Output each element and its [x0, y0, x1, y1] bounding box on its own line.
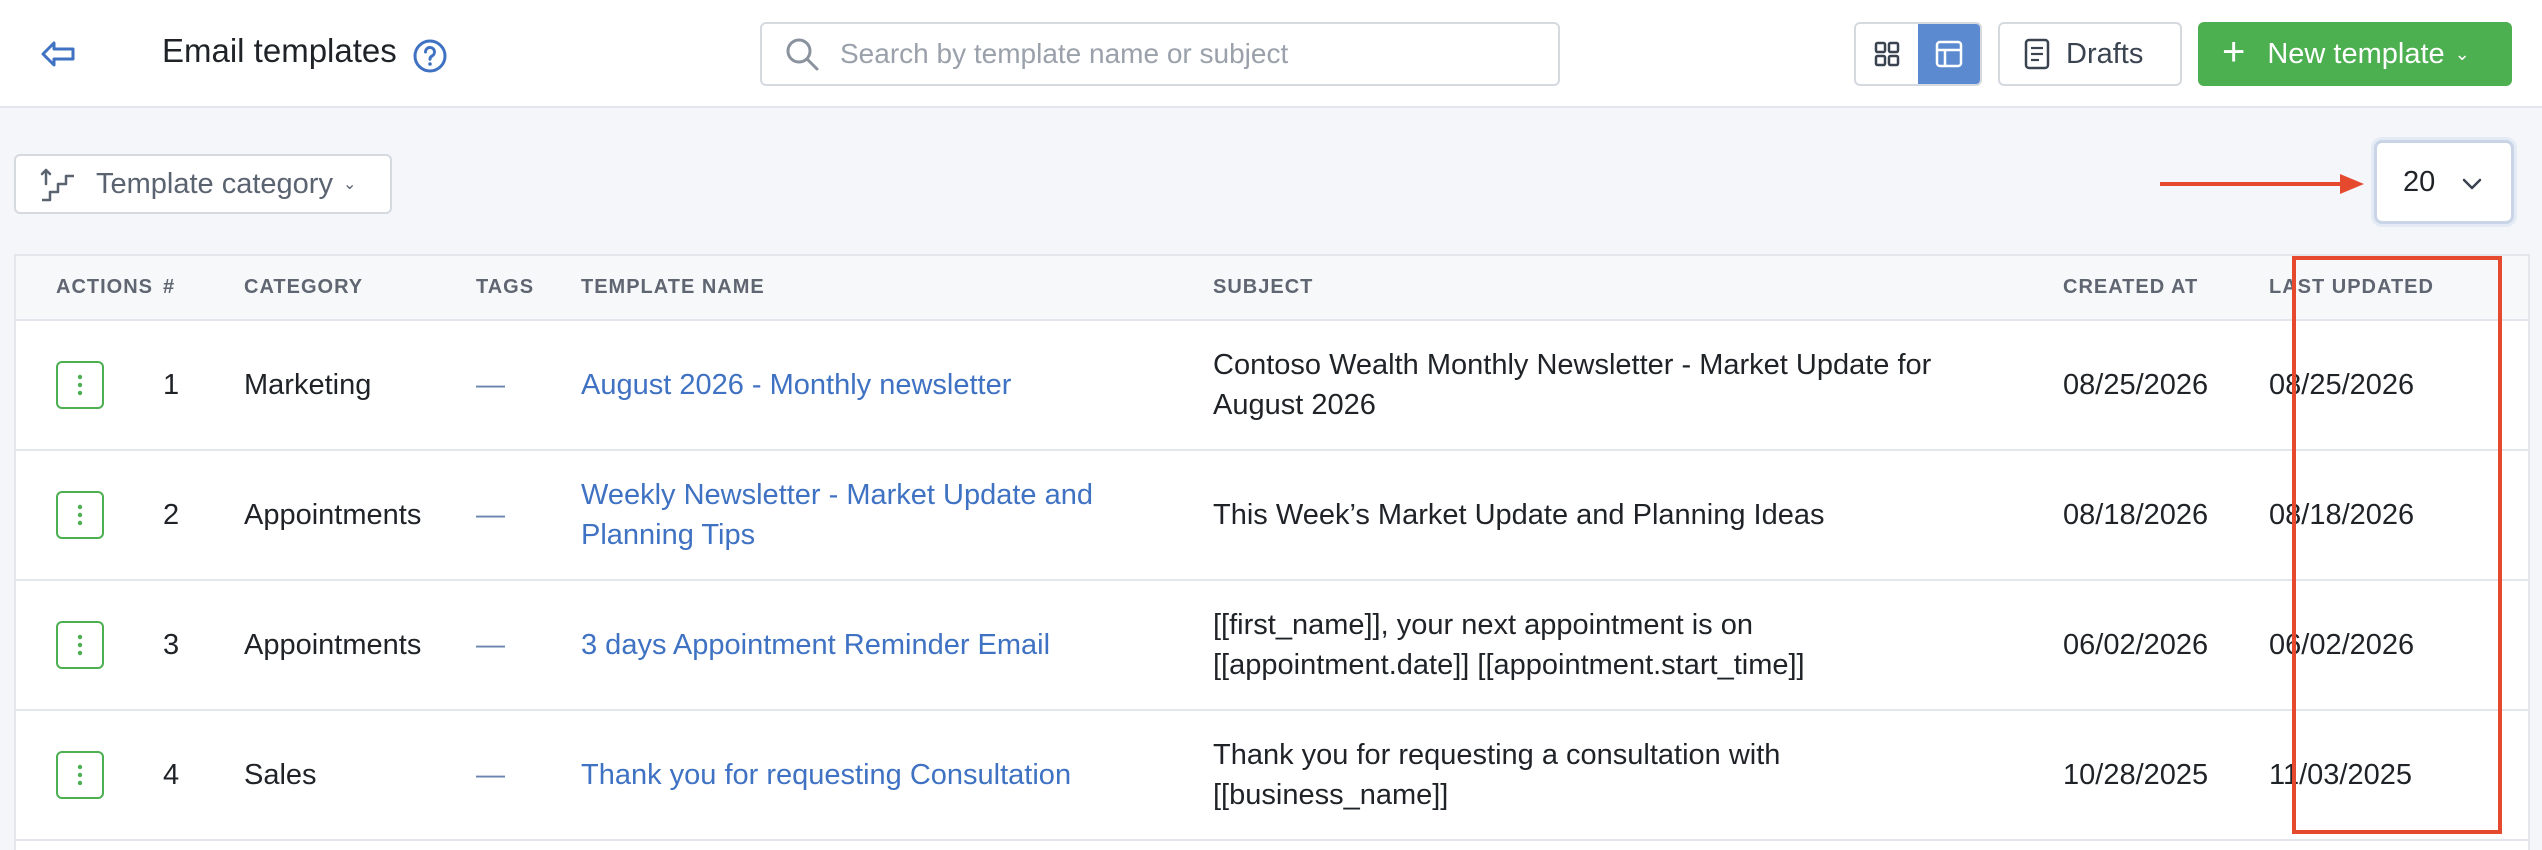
column-header-category[interactable]: CATEGORY [244, 256, 476, 321]
column-header-tags: TAGS [476, 256, 581, 321]
row-actions-button[interactable] [56, 491, 104, 539]
row-last-updated: 11/03/2025 [2269, 710, 2528, 841]
column-header-actions: ACTIONS [16, 256, 163, 321]
row-actions-button[interactable] [56, 361, 104, 409]
row-tags: — [476, 320, 581, 451]
help-icon[interactable] [412, 38, 448, 74]
chevron-down-icon [2462, 178, 2482, 190]
chevron-down-icon: ⌄ [2454, 43, 2470, 64]
table-header-row: ACTIONS # CATEGORY TAGS TEMPLATE NAME SU… [16, 256, 2528, 321]
back-icon [41, 41, 75, 67]
template-category-label: Template category [96, 167, 333, 200]
table-row: 1 Marketing — August 2026 - Monthly news… [16, 320, 2528, 451]
row-actions-button[interactable] [56, 621, 104, 669]
templates-table: ACTIONS # CATEGORY TAGS TEMPLATE NAME SU… [14, 254, 2530, 850]
row-subject: This Week’s Market Update and Planning I… [1213, 450, 2063, 581]
row-last-updated: 08/18/2026 [2269, 450, 2528, 581]
table-view-icon [1935, 40, 1963, 68]
kebab-icon [77, 764, 83, 786]
new-template-label: New template [2267, 37, 2445, 70]
chevron-down-icon: ⌄ [342, 176, 357, 193]
column-header-template-name[interactable]: TEMPLATE NAME [581, 256, 1213, 321]
row-created-at: 08/25/2026 [2063, 320, 2269, 451]
document-icon [2024, 38, 2050, 70]
row-created-at: 06/02/2026 [2063, 580, 2269, 711]
drafts-button[interactable]: Drafts [1998, 22, 2182, 86]
new-template-button[interactable]: + New template ⌄ [2198, 22, 2512, 86]
row-template-name-link[interactable]: Weekly Newsletter - Market Update and Pl… [581, 450, 1213, 581]
template-category-filter[interactable]: Template category ⌄ [14, 154, 392, 214]
kebab-icon [77, 634, 83, 656]
kebab-icon [77, 504, 83, 526]
stairs-icon [40, 168, 74, 202]
row-subject: Contoso Wealth Monthly Newsletter - Mark… [1213, 320, 2063, 451]
row-template-name-link[interactable]: August 2026 - Monthly newsletter [581, 320, 1213, 451]
row-number: 1 [163, 320, 244, 451]
search-box [760, 22, 1560, 86]
annotation-arrow [2160, 174, 2364, 194]
row-created-at: 10/28/2025 [2063, 710, 2269, 841]
row-category: Sales [244, 710, 476, 841]
row-number: 3 [163, 580, 244, 711]
column-header-number: # [163, 256, 244, 321]
search-icon [786, 38, 819, 71]
back-button[interactable] [38, 34, 78, 74]
table-row: 4 Sales — Thank you for requesting Consu… [16, 710, 2528, 841]
row-tags: — [476, 710, 581, 841]
row-number: 2 [163, 450, 244, 581]
table-row: 2 Appointments — Weekly Newsletter - Mar… [16, 450, 2528, 581]
row-category: Marketing [244, 320, 476, 451]
grid-view-button[interactable] [1856, 24, 1918, 84]
top-bar: Email templates Search by template name … [0, 0, 2542, 108]
row-subject: Thank you for requesting a consultation … [1213, 710, 2063, 841]
kebab-icon [77, 374, 83, 396]
column-header-created-at[interactable]: CREATED AT [2063, 256, 2269, 321]
page-size-value: 20 [2403, 165, 2436, 198]
row-subject: [[first_name]], your next appointment is… [1213, 580, 2063, 711]
drafts-label: Drafts [2066, 37, 2144, 70]
row-last-updated: 08/25/2026 [2269, 320, 2528, 451]
row-created-at: 08/18/2026 [2063, 450, 2269, 581]
row-template-name-link[interactable]: Thank you for requesting Consultation [581, 710, 1213, 841]
row-number: 4 [163, 710, 244, 841]
row-actions-button[interactable] [56, 751, 104, 799]
row-tags: — [476, 450, 581, 581]
row-template-name-link[interactable]: 3 days Appointment Reminder Email [581, 580, 1213, 711]
table-view-button[interactable] [1918, 24, 1980, 84]
plus-icon: + [2222, 30, 2246, 74]
column-header-last-updated[interactable]: LAST UPDATED [2269, 256, 2528, 321]
view-toggle [1854, 22, 1982, 86]
page-size-select[interactable]: 20 [2374, 140, 2514, 224]
grid-view-icon [1874, 41, 1900, 67]
row-tags: — [476, 580, 581, 711]
row-last-updated: 06/02/2026 [2269, 580, 2528, 711]
row-category: Appointments [244, 450, 476, 581]
page-title: Email templates [162, 32, 397, 69]
table-row: 3 Appointments — 3 days Appointment Remi… [16, 580, 2528, 711]
column-header-subject[interactable]: SUBJECT [1213, 256, 2063, 321]
search-input[interactable] [840, 38, 1520, 70]
row-category: Appointments [244, 580, 476, 711]
